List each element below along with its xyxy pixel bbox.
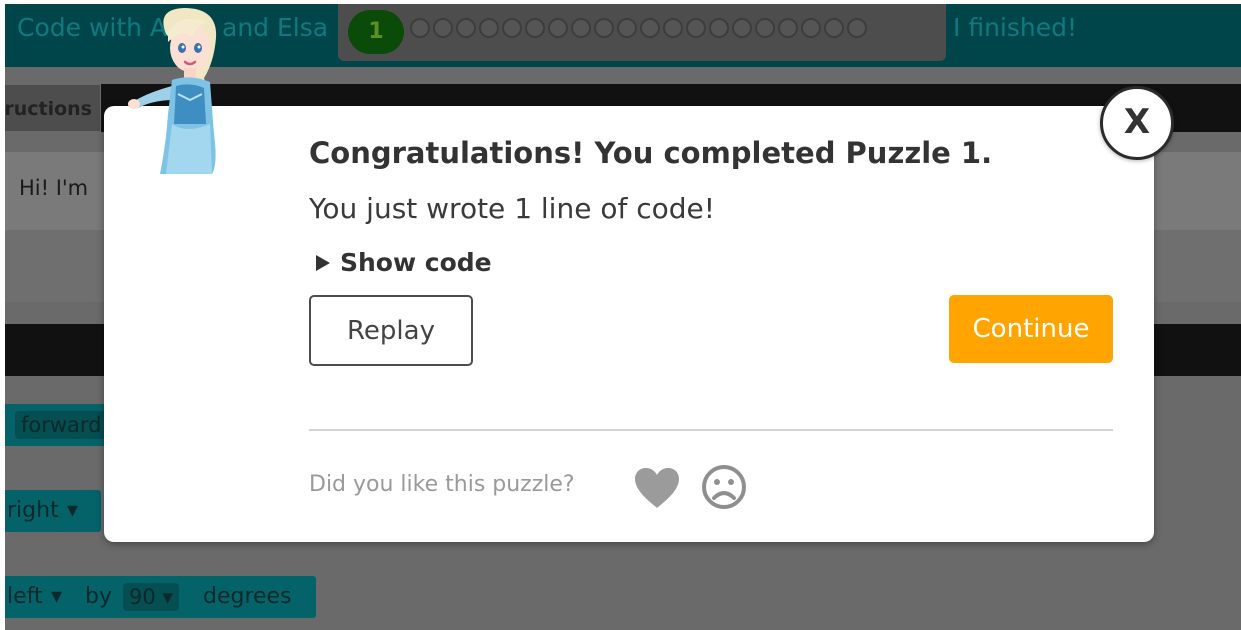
puzzle-dot[interactable] [525, 18, 545, 38]
puzzle-dot[interactable] [824, 18, 844, 38]
screen: Code with Anna and Elsa 1 I finished! In… [0, 0, 1241, 630]
puzzle-dot[interactable] [617, 18, 637, 38]
degrees-dropdown[interactable]: 90 ▾ [123, 583, 179, 611]
instructions-tab-label: Instructions [5, 98, 92, 120]
show-code-toggle[interactable]: Show code [316, 248, 492, 277]
puzzle-dot[interactable] [663, 18, 683, 38]
dialog-subtitle: You just wrote 1 line of code! [309, 192, 715, 225]
frown-icon[interactable] [701, 464, 747, 510]
finished-link[interactable]: I finished! [953, 13, 1077, 42]
puzzle-dot[interactable] [594, 18, 614, 38]
feedback-prompt: Did you like this puzzle? [309, 472, 575, 497]
forward-dropdown[interactable]: forward [15, 411, 108, 439]
dialog-title: Congratulations! You completed Puzzle 1. [309, 136, 993, 170]
heart-icon[interactable] [633, 466, 681, 510]
puzzle-dot[interactable] [479, 18, 499, 38]
replay-button[interactable]: Replay [309, 295, 473, 366]
continue-button[interactable]: Continue [949, 295, 1113, 363]
block-by-label: by [85, 584, 112, 609]
puzzle-dot[interactable] [732, 18, 752, 38]
puzzle-dot[interactable] [502, 18, 522, 38]
turn-left-block[interactable]: left ▾ by 90 ▾ degrees [5, 576, 316, 618]
puzzle-progress-bar: 1 [338, 4, 946, 61]
puzzle-dot[interactable] [410, 18, 430, 38]
puzzle-complete-dialog: Congratulations! You completed Puzzle 1.… [104, 106, 1154, 542]
block-degrees-label: degrees [203, 584, 292, 609]
puzzle-dot[interactable] [456, 18, 476, 38]
left-dropdown[interactable]: left [7, 584, 43, 609]
dialog-divider [309, 429, 1113, 431]
puzzle-dot[interactable] [755, 18, 775, 38]
puzzle-dot[interactable] [548, 18, 568, 38]
close-button[interactable]: X [1100, 86, 1174, 160]
instructions-tab[interactable]: Instructions [5, 84, 101, 132]
caret-right-icon [316, 254, 330, 271]
puzzle-dot[interactable] [640, 18, 660, 38]
instructions-text: Hi! I'm [19, 176, 89, 200]
puzzle-dot[interactable] [801, 18, 821, 38]
puzzle-dots [410, 18, 867, 38]
puzzle-dot[interactable] [778, 18, 798, 38]
puzzle-dot[interactable] [571, 18, 591, 38]
chevron-down-icon: ▾ [51, 584, 63, 609]
chevron-down-icon: ▾ [67, 498, 79, 523]
elsa-avatar [128, 8, 217, 174]
puzzle-dot[interactable] [709, 18, 729, 38]
show-code-label: Show code [340, 248, 492, 277]
puzzle-dot[interactable] [433, 18, 453, 38]
degrees-value: 90 [129, 585, 156, 609]
puzzle-dot[interactable] [847, 18, 867, 38]
right-dropdown[interactable]: right [7, 498, 59, 523]
turn-right-block[interactable]: right ▾ [5, 490, 101, 532]
puzzle-dot[interactable] [686, 18, 706, 38]
close-icon: X [1123, 102, 1151, 142]
current-puzzle-indicator[interactable]: 1 [348, 10, 404, 54]
